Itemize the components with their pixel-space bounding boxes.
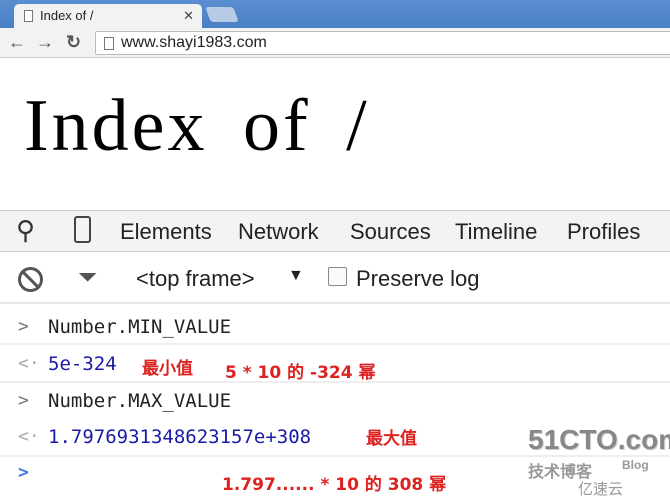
console-command: Number.MAX_VALUE bbox=[48, 390, 232, 412]
console-result: 5e-324 bbox=[48, 353, 117, 375]
watermark-brand: 亿速云 bbox=[578, 481, 624, 498]
tab-network[interactable]: Network bbox=[238, 219, 319, 245]
filter-icon[interactable]: ⏷ bbox=[78, 264, 97, 292]
back-icon[interactable]: ← bbox=[8, 32, 26, 53]
console-result: 1.7976931348623157e+308 bbox=[48, 426, 312, 448]
tab-sources[interactable]: Sources bbox=[350, 219, 431, 245]
watermark-site: 51CTO.com bbox=[528, 424, 670, 455]
forward-icon[interactable]: → bbox=[36, 32, 54, 53]
page-title: Index of / bbox=[24, 85, 370, 167]
tab-profiles[interactable]: Profiles bbox=[567, 219, 640, 245]
divider bbox=[0, 381, 670, 383]
url-text: www.shayi1983.com bbox=[121, 34, 267, 51]
output-chevron-icon: <· bbox=[18, 426, 40, 447]
preserve-log-checkbox[interactable] bbox=[328, 267, 347, 286]
clear-console-icon[interactable] bbox=[18, 267, 43, 292]
annotation: 5 * 10 的 -324 幂 bbox=[225, 363, 376, 383]
tab-timeline[interactable]: Timeline bbox=[455, 219, 537, 245]
output-chevron-icon: <· bbox=[18, 353, 40, 374]
reload-icon[interactable]: ↻ bbox=[66, 32, 81, 53]
page-icon bbox=[104, 37, 114, 50]
tab-elements[interactable]: Elements bbox=[120, 219, 212, 245]
annotation: 最小值 bbox=[142, 359, 193, 379]
input-chevron-icon: > bbox=[18, 316, 29, 337]
frame-select[interactable]: <top frame> bbox=[136, 266, 255, 292]
tab-title: Index of / bbox=[40, 8, 94, 23]
console-toolbar: ⏷ <top frame> ▼ Preserve log bbox=[0, 252, 670, 304]
browser-toolbar: ← → ↻ www.shayi1983.com bbox=[0, 28, 670, 58]
divider bbox=[0, 343, 670, 345]
search-icon[interactable]: ⚲ bbox=[16, 215, 35, 246]
annotation: 1.797...... * 10 的 308 幂 bbox=[222, 475, 447, 495]
input-chevron-icon: > bbox=[18, 390, 29, 411]
close-icon[interactable]: ✕ bbox=[183, 8, 194, 24]
devtools-tabbar: ⚲ Elements Network Sources Timeline Prof… bbox=[0, 210, 670, 252]
new-tab-button[interactable] bbox=[205, 7, 239, 22]
page-icon bbox=[24, 10, 33, 22]
tab-strip: Index of / ✕ bbox=[0, 0, 670, 28]
console-command: Number.MIN_VALUE bbox=[48, 316, 232, 338]
dropdown-arrow-icon[interactable]: ▼ bbox=[288, 267, 304, 285]
annotation: 最大值 bbox=[366, 429, 417, 449]
address-bar[interactable]: www.shayi1983.com bbox=[95, 31, 670, 55]
preserve-log-label: Preserve log bbox=[356, 266, 480, 291]
watermark-blog: Blog bbox=[622, 458, 649, 472]
browser-tab[interactable]: Index of / ✕ bbox=[14, 4, 202, 28]
device-mode-icon[interactable] bbox=[74, 216, 91, 243]
prompt-chevron-icon: > bbox=[18, 462, 29, 483]
